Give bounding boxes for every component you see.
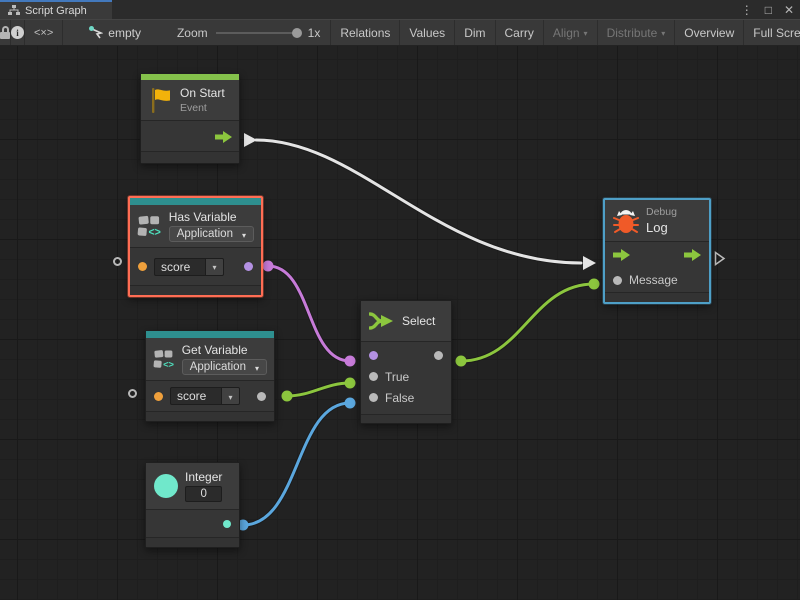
info-button[interactable]: i	[11, 20, 25, 45]
node-debug-log[interactable]: Debug Log Message	[603, 198, 711, 304]
zoom-slider[interactable]	[216, 32, 300, 34]
variables-icon: <>	[137, 212, 162, 240]
dropdown-caret-icon	[228, 393, 232, 402]
node-footer	[361, 414, 451, 423]
integer-output-port[interactable]	[223, 520, 231, 528]
node-on-start[interactable]: On Start Event	[140, 73, 240, 164]
close-icon[interactable]: ✕	[784, 3, 794, 17]
graph-selection-indicator[interactable]: empty	[77, 20, 153, 45]
graph-canvas[interactable]: On Start Event <> Has Variable Applicat	[0, 46, 800, 600]
graph-icon	[8, 5, 20, 16]
carry-button[interactable]: Carry	[495, 20, 543, 45]
node-title: Has Variable	[169, 210, 254, 224]
flow-output-port[interactable]	[684, 249, 701, 261]
flow-output-port[interactable]	[215, 131, 232, 143]
tab-script-graph[interactable]: Script Graph	[0, 0, 112, 19]
dropdown-caret-icon	[255, 364, 259, 373]
window-menu-icon[interactable]: ⋮	[741, 3, 753, 17]
unconnected-port-indicator	[128, 389, 137, 398]
node-color-bar	[130, 198, 261, 205]
dim-button[interactable]: Dim	[454, 20, 494, 45]
variable-picker-button[interactable]	[222, 387, 240, 405]
zoom-slider-knob[interactable]	[292, 28, 302, 38]
node-color-bar	[146, 331, 274, 338]
empty-label: empty	[108, 26, 141, 40]
node-has-variable[interactable]: <> Has Variable Application score	[128, 196, 263, 297]
result-output-port[interactable]	[244, 262, 253, 271]
node-integer[interactable]: Integer 0	[145, 462, 240, 548]
unconnected-port-indicator	[113, 257, 122, 266]
svg-text:<>: <>	[163, 360, 174, 370]
port-label: False	[385, 391, 414, 405]
overview-button[interactable]: Overview	[674, 20, 743, 45]
align-button[interactable]: Align	[543, 20, 597, 45]
node-title: Get Variable	[182, 343, 267, 357]
node-title: Integer	[185, 470, 222, 484]
flag-icon	[149, 87, 173, 114]
node-title: Select	[402, 314, 435, 328]
integer-value-field[interactable]: 0	[185, 486, 222, 502]
code-icon: <×>	[34, 27, 53, 39]
node-select[interactable]: Select True False	[360, 300, 452, 424]
dropdown-caret-icon	[212, 263, 216, 272]
variable-scope-dropdown[interactable]: Application	[182, 359, 267, 375]
node-category: Debug	[646, 206, 677, 218]
svg-text:<>: <>	[148, 227, 160, 239]
variable-name-field[interactable]: score	[154, 258, 224, 276]
node-title: On Start	[180, 86, 225, 100]
relations-button[interactable]: Relations	[330, 20, 399, 45]
node-get-variable[interactable]: <> Get Variable Application score	[145, 330, 275, 422]
info-icon: i	[11, 26, 24, 39]
graph-toolbar: i <×> empty Zoom 1x Relations Values Dim…	[0, 19, 800, 46]
dropdown-caret-icon	[661, 29, 665, 38]
port-label: Message	[629, 273, 678, 287]
title-bar: Script Graph ⋮ □ ✕	[0, 0, 800, 19]
variables-icon: <>	[153, 345, 175, 373]
wire-select-to-log[interactable]	[461, 284, 594, 361]
port-label: True	[385, 370, 409, 384]
values-button[interactable]: Values	[399, 20, 454, 45]
variable-scope-dropdown[interactable]: Application	[169, 226, 254, 242]
integer-icon	[154, 474, 178, 498]
node-footer	[141, 151, 239, 163]
lock-button[interactable]	[0, 20, 11, 45]
zoom-value: 1x	[308, 26, 321, 40]
distribute-button[interactable]: Distribute	[597, 20, 675, 45]
node-footer	[146, 537, 239, 547]
node-footer	[130, 285, 261, 295]
value-output-port[interactable]	[257, 392, 266, 401]
tab-title: Script Graph	[25, 5, 87, 17]
zoom-label: Zoom	[177, 26, 208, 40]
dropdown-caret-icon	[584, 29, 588, 38]
node-footer	[146, 411, 274, 421]
unconnected-flow-indicator	[714, 251, 726, 266]
node-footer	[605, 292, 709, 302]
graph-pointer-icon	[89, 26, 103, 39]
select-icon	[369, 311, 395, 331]
zoom-control: Zoom 1x	[167, 26, 330, 40]
wire-getvariable-to-select[interactable]	[287, 383, 350, 396]
condition-input-port[interactable]	[369, 351, 378, 360]
variable-picker-button[interactable]	[206, 258, 224, 276]
node-subtitle: Event	[180, 102, 225, 114]
name-input-port[interactable]	[138, 262, 147, 271]
wire-hasvariable-to-select[interactable]	[268, 266, 350, 361]
selection-output-port[interactable]	[434, 351, 443, 360]
wire-end-arrow	[583, 256, 596, 270]
bug-icon	[613, 207, 639, 235]
maximize-icon[interactable]: □	[765, 3, 772, 17]
flow-input-port[interactable]	[613, 249, 630, 261]
false-input-port[interactable]	[369, 393, 378, 402]
name-input-port[interactable]	[154, 392, 163, 401]
fullscreen-button[interactable]: Full Screen	[743, 20, 800, 45]
code-preview-button[interactable]: <×>	[25, 20, 63, 45]
node-title: Log	[646, 220, 677, 235]
variable-name-field[interactable]: score	[170, 387, 240, 405]
message-input-port[interactable]	[613, 276, 622, 285]
true-input-port[interactable]	[369, 372, 378, 381]
dropdown-caret-icon	[242, 231, 246, 240]
lock-icon	[0, 26, 10, 39]
wire-onstart-to-log[interactable]	[256, 140, 581, 263]
